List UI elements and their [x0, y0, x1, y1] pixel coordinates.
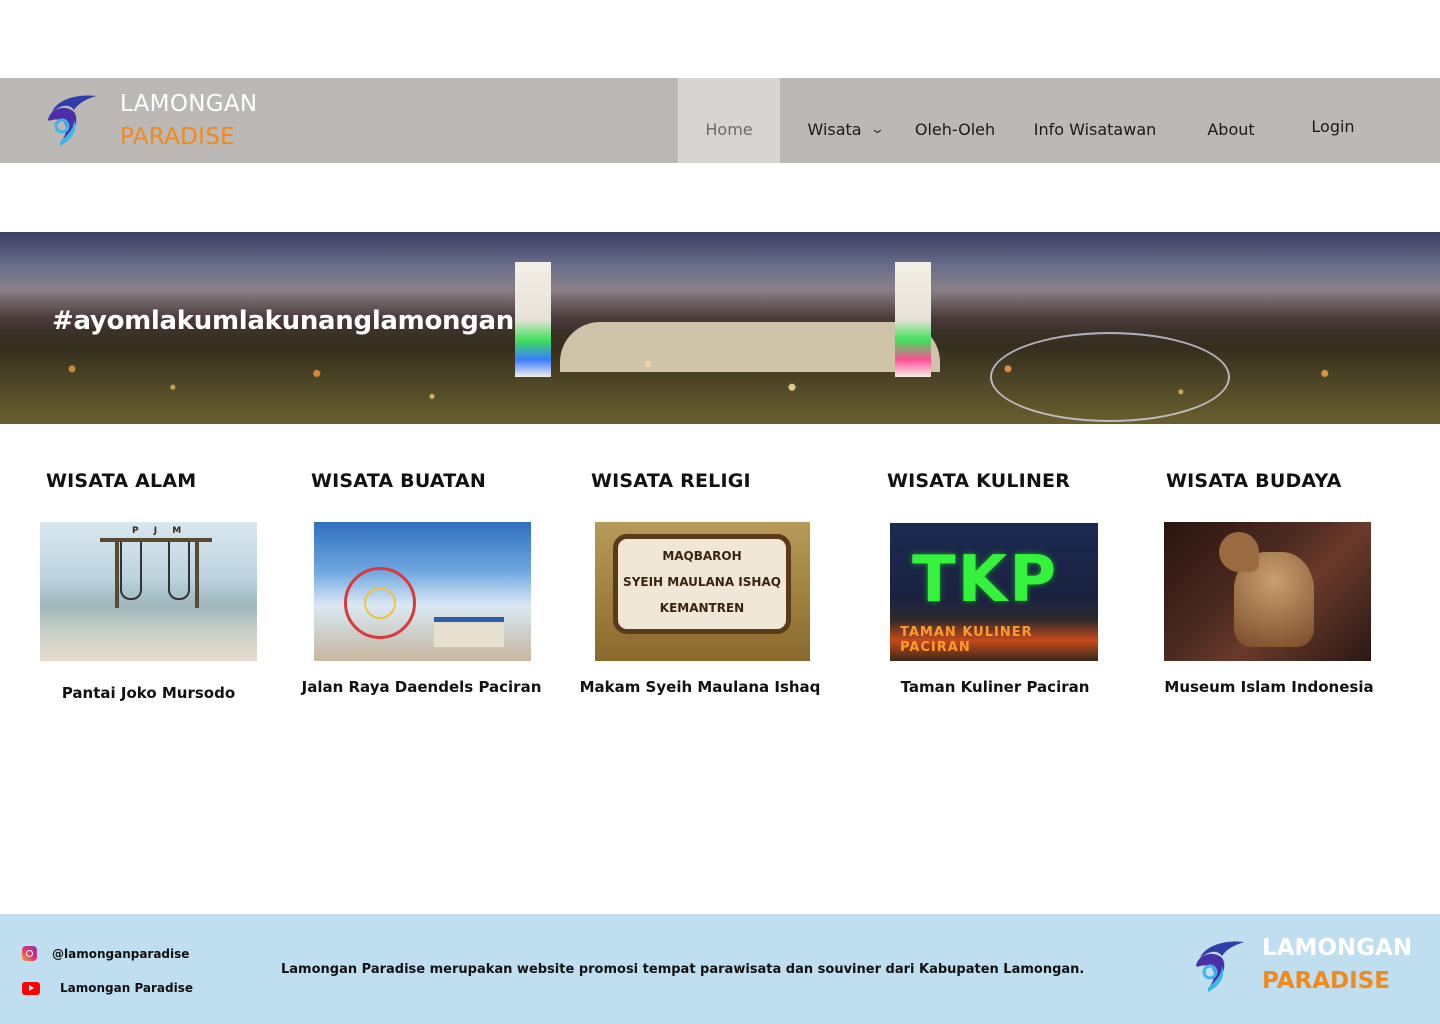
hero-mosque [560, 322, 940, 372]
brand-line2: PARADISE [120, 124, 235, 150]
makam-sign-line1: MAQBAROH [662, 549, 742, 563]
swing-seat-left [120, 542, 142, 600]
makam-sign-line2: SYEIH MAULANA ISHAQ [623, 575, 781, 589]
card-caption-museum[interactable]: Museum Islam Indonesia [1159, 678, 1379, 696]
nav-info-wisatawan[interactable]: Info Wisatawan [1030, 78, 1160, 163]
brand-name[interactable]: LAMONGAN PARADISE [120, 88, 257, 154]
instagram-icon [22, 946, 37, 961]
category-title-buatan[interactable]: WISATA BUATAN [311, 470, 486, 492]
category-title-budaya[interactable]: WISATA BUDAYA [1166, 470, 1342, 492]
hero-banner: #ayomlakumlakunanglamongan [0, 232, 1440, 424]
card-image-makam[interactable]: MAQBAROH SYEIH MAULANA ISHAQ KEMANTREN [595, 522, 810, 661]
instagram-link[interactable]: @lamonganparadise [22, 946, 189, 961]
site-footer: @lamonganparadise Lamongan Paradise Lamo… [0, 914, 1440, 1024]
tkp-sub-sign: TAMAN KULINER PACIRAN [900, 625, 1033, 655]
card-image-museum[interactable] [1164, 522, 1371, 661]
makam-sign-line3: KEMANTREN [659, 601, 745, 615]
hero-ferris-wheel [990, 332, 1230, 422]
horse-statue-head [1219, 532, 1259, 572]
site-header: LAMONGAN PARADISE Home Wisata ⌄ Oleh-Ole… [0, 78, 1440, 163]
nav-about-label: About [1207, 120, 1255, 139]
footer-brand-name[interactable]: LAMONGAN PARADISE [1262, 932, 1412, 998]
swing-seat-right [168, 542, 190, 600]
footer-description: Lamongan Paradise merupakan website prom… [281, 962, 1085, 977]
makam-sign-board: MAQBAROH SYEIH MAULANA ISHAQ KEMANTREN [613, 534, 791, 634]
chevron-down-icon: ⌄ [869, 122, 885, 137]
card-caption-daendels[interactable]: Jalan Raya Daendels Paciran [296, 678, 547, 696]
card-image-daendels[interactable] [314, 522, 531, 661]
card-image-kuliner[interactable]: TKP TAMAN KULINER PACIRAN [890, 523, 1098, 661]
nav-wisata[interactable]: Wisata ⌄ [800, 78, 890, 163]
card-caption-pantai[interactable]: Pantai Joko Mursodo [40, 684, 257, 702]
hero-hashtag: #ayomlakumlakunanglamongan [52, 306, 515, 336]
nav-info-label: Info Wisatawan [1033, 120, 1157, 139]
instagram-handle: @lamonganparadise [52, 946, 190, 961]
swing-sign: P J M [132, 526, 188, 536]
ferris-wheel-inner [364, 587, 396, 619]
footer-brand-line1: LAMONGAN [1262, 935, 1413, 961]
login-label: Login [1311, 117, 1355, 136]
swing-post-right [195, 538, 199, 608]
logo-fish-icon[interactable] [1188, 936, 1248, 994]
hero-minaret-right [895, 262, 931, 377]
carousel-tent [434, 617, 504, 647]
card-caption-kuliner[interactable]: Taman Kuliner Paciran [890, 678, 1100, 696]
card-image-pantai[interactable]: P J M [40, 522, 257, 661]
hero-minaret-left [515, 262, 551, 377]
category-title-kuliner[interactable]: WISATA KULINER [887, 470, 1070, 492]
footer-brand-line2: PARADISE [1262, 968, 1390, 994]
nav-about[interactable]: About [1200, 78, 1262, 163]
nav-oleh-oleh[interactable]: Oleh-Oleh [910, 78, 1000, 163]
nav-home-label: Home [705, 120, 753, 139]
tkp-sign: TKP [912, 543, 1059, 617]
category-title-alam[interactable]: WISATA ALAM [46, 470, 196, 492]
nav-home[interactable]: Home [678, 78, 780, 163]
swing-post-left [115, 538, 119, 608]
nav-oleh-label: Oleh-Oleh [914, 120, 996, 139]
youtube-link[interactable]: Lamongan Paradise [22, 981, 193, 995]
brand-line1: LAMONGAN [120, 91, 258, 117]
youtube-channel: Lamongan Paradise [60, 981, 194, 995]
logo-fish-icon[interactable] [40, 90, 100, 148]
category-title-religi[interactable]: WISATA RELIGI [591, 470, 751, 492]
nav-wisata-label: Wisata [807, 120, 862, 139]
youtube-icon [22, 981, 40, 995]
card-caption-makam[interactable]: Makam Syeih Maulana Ishaq [577, 678, 823, 696]
login-button[interactable]: Login [1300, 78, 1366, 163]
